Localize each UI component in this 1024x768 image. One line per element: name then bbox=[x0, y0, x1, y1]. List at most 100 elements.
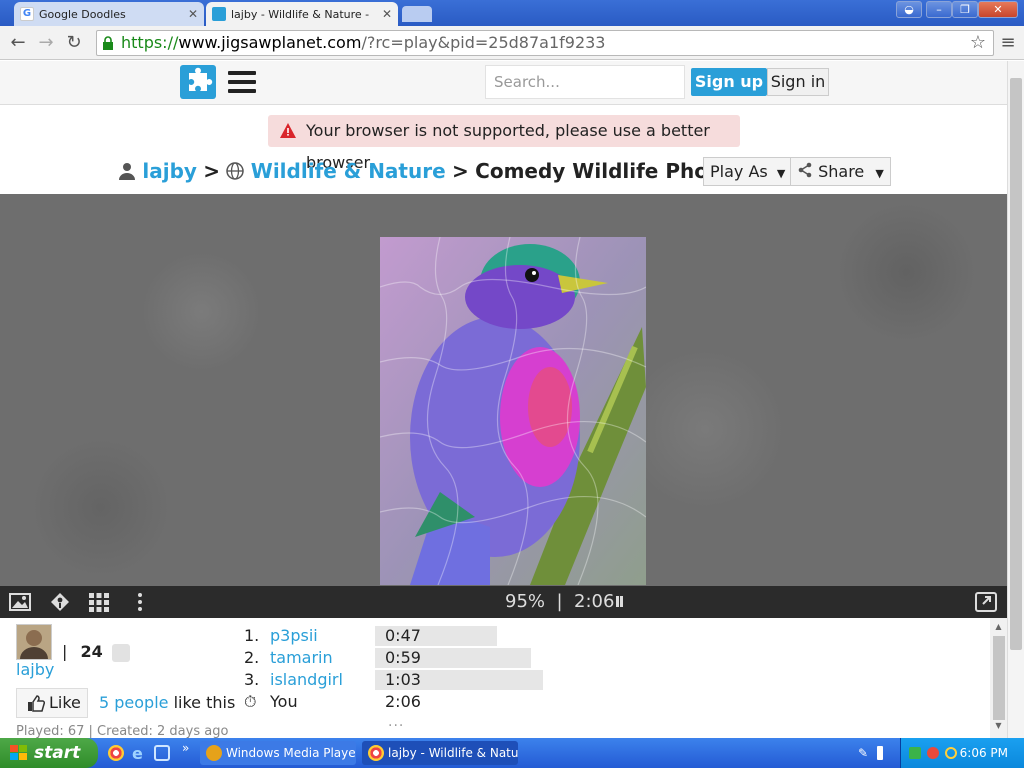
sign-in-button[interactable]: Sign in bbox=[767, 68, 829, 96]
more-results-indicator[interactable]: ... bbox=[388, 714, 404, 730]
leaderboard-row-you: ⏱ You bbox=[244, 691, 375, 713]
system-tray: 6:06 PM bbox=[900, 738, 1024, 768]
play-as-dropdown[interactable]: Play As ▼ bbox=[703, 157, 793, 186]
scroll-down-icon[interactable]: ▼ bbox=[990, 721, 1007, 730]
navigation-bar: ← → ↻ https://www.jigsawplanet.com/?rc=p… bbox=[0, 26, 1024, 60]
thumbs-up-icon bbox=[28, 695, 45, 712]
lock-icon bbox=[103, 36, 113, 50]
breadcrumb-category-link[interactable]: Wildlife & Nature bbox=[251, 159, 446, 183]
share-label: Share bbox=[818, 162, 865, 181]
bookmark-star-icon[interactable]: ☆ bbox=[966, 31, 990, 55]
user-icon bbox=[118, 158, 136, 188]
player-name-link[interactable]: islandgirl bbox=[270, 669, 375, 691]
url-path: /?rc=play&pid=25d87a1f9233 bbox=[361, 33, 606, 52]
grid-icon[interactable] bbox=[88, 592, 110, 612]
puzzle-board[interactable] bbox=[0, 194, 1007, 586]
page-scrollbar-thumb[interactable] bbox=[1010, 78, 1022, 650]
leaderboard-time: 1:03 bbox=[375, 670, 543, 690]
author-link[interactable]: lajby bbox=[16, 660, 54, 679]
close-window-button[interactable]: ✕ bbox=[978, 1, 1018, 18]
chrome-quicklaunch-icon[interactable] bbox=[108, 745, 124, 761]
likes-people-link[interactable]: 5 people bbox=[99, 693, 169, 712]
minimize-button[interactable]: – bbox=[926, 1, 952, 18]
hamburger-menu-icon[interactable] bbox=[228, 71, 256, 93]
internet-explorer-icon[interactable]: e bbox=[132, 744, 150, 763]
windows-logo-icon bbox=[10, 745, 27, 760]
player-name-link[interactable]: tamarin bbox=[270, 647, 375, 669]
back-icon[interactable]: ← bbox=[6, 31, 30, 55]
security-icon[interactable] bbox=[909, 747, 921, 759]
chrome-menu-icon[interactable]: ≡ bbox=[996, 31, 1020, 55]
tab-google-doodles[interactable]: G Google Doodles ✕ bbox=[14, 2, 204, 26]
puzzle-count-value: 24 bbox=[80, 642, 103, 661]
chevron-down-icon: ▼ bbox=[776, 167, 786, 180]
google-icon: G bbox=[20, 7, 34, 21]
network-icon[interactable] bbox=[927, 747, 939, 759]
start-button[interactable]: start bbox=[0, 738, 98, 768]
tab-title: lajby - Wildlife & Nature - bbox=[231, 7, 370, 21]
leaderboard-row: 1. p3psii bbox=[244, 625, 375, 647]
leaderboard-row: 3. islandgirl bbox=[244, 669, 375, 691]
url-domain: www.jigsawplanet.com bbox=[178, 33, 362, 52]
breadcrumb-separator: > bbox=[452, 159, 469, 183]
info-scrollbar-thumb[interactable] bbox=[993, 636, 1005, 720]
desktop-icon[interactable] bbox=[154, 745, 170, 761]
tab-jigsawplanet[interactable]: lajby - Wildlife & Nature - ✕ bbox=[206, 2, 398, 26]
play-as-label: Play As bbox=[710, 162, 768, 181]
browser-tab-bar: G Google Doodles ✕ lajby - Wildlife & Na… bbox=[0, 0, 1024, 26]
progress-percent: 95% bbox=[505, 591, 546, 612]
taskbar-item-label: Windows Media Player bbox=[226, 746, 356, 760]
taskbar-item-browser[interactable]: lajby - Wildlife & Natu... bbox=[362, 741, 518, 765]
puzzle-image[interactable] bbox=[380, 237, 646, 585]
count-separator: | bbox=[62, 642, 68, 661]
likes-suffix: like this bbox=[173, 693, 236, 712]
puzzle-piece-icon bbox=[111, 643, 130, 662]
close-tab-icon[interactable]: ✕ bbox=[188, 7, 198, 21]
share-icon bbox=[797, 159, 813, 186]
media-player-icon bbox=[206, 745, 222, 761]
scatter-pieces-icon[interactable] bbox=[49, 592, 71, 612]
address-bar[interactable]: https://www.jigsawplanet.com/?rc=play&pi… bbox=[96, 30, 994, 56]
you-label: You bbox=[270, 692, 298, 711]
warning-icon bbox=[280, 123, 296, 138]
more-options-icon[interactable] bbox=[130, 592, 150, 612]
scroll-up-icon[interactable]: ▲ bbox=[990, 622, 1007, 631]
image-preview-icon[interactable] bbox=[9, 592, 31, 612]
taskbar-item-media-player[interactable]: Windows Media Player bbox=[200, 741, 356, 765]
search-input[interactable]: Search... bbox=[485, 65, 685, 99]
reload-icon[interactable]: ↻ bbox=[62, 31, 86, 55]
jigsawplanet-logo-icon[interactable] bbox=[180, 65, 216, 99]
tab-title: Google Doodles bbox=[39, 7, 126, 21]
share-dropdown[interactable]: Share ▼ bbox=[790, 157, 891, 186]
breadcrumb-user-link[interactable]: lajby bbox=[142, 159, 197, 183]
forward-icon[interactable]: → bbox=[34, 31, 58, 55]
your-time: 2:06 bbox=[385, 692, 421, 711]
like-button[interactable]: Like bbox=[16, 688, 88, 718]
sign-up-button[interactable]: Sign up bbox=[691, 68, 767, 96]
more-quicklaunch-icon[interactable]: » bbox=[182, 741, 189, 755]
search-icon[interactable] bbox=[945, 747, 957, 759]
fullscreen-icon[interactable] bbox=[975, 592, 997, 612]
rank: 1. bbox=[244, 626, 260, 645]
clock: 6:06 PM bbox=[959, 746, 1008, 760]
new-tab-button[interactable] bbox=[402, 6, 432, 22]
pause-icon[interactable] bbox=[616, 596, 624, 607]
leaderboard-row: 2. tamarin bbox=[244, 647, 375, 669]
player-name-link[interactable]: p3psii bbox=[270, 625, 375, 647]
usb-icon[interactable] bbox=[877, 746, 883, 760]
browser-warning-notice: Your browser is not supported, please us… bbox=[268, 115, 740, 172]
tool-icon[interactable]: ✎ bbox=[858, 746, 868, 760]
game-timer: 2:06 bbox=[574, 591, 615, 612]
user-icon[interactable]: ◒ bbox=[896, 1, 922, 18]
puzzle-count: | 24 bbox=[62, 642, 130, 662]
bird-puzzle-picture bbox=[380, 237, 646, 585]
maximize-button[interactable]: ❐ bbox=[952, 1, 978, 18]
like-label: Like bbox=[49, 693, 81, 712]
close-tab-icon[interactable]: ✕ bbox=[382, 7, 392, 21]
leaderboard-time: 0:47 bbox=[375, 626, 497, 646]
puzzle-info-panel: | 24 lajby Like 5 people like this Playe… bbox=[0, 618, 990, 738]
play-stats: Played: 67 | Created: 2 days ago bbox=[16, 724, 229, 738]
breadcrumb: lajby > Wildlife & Nature > Comedy Wildl… bbox=[118, 156, 780, 186]
rank: 3. bbox=[244, 670, 260, 689]
avatar[interactable] bbox=[16, 624, 52, 660]
